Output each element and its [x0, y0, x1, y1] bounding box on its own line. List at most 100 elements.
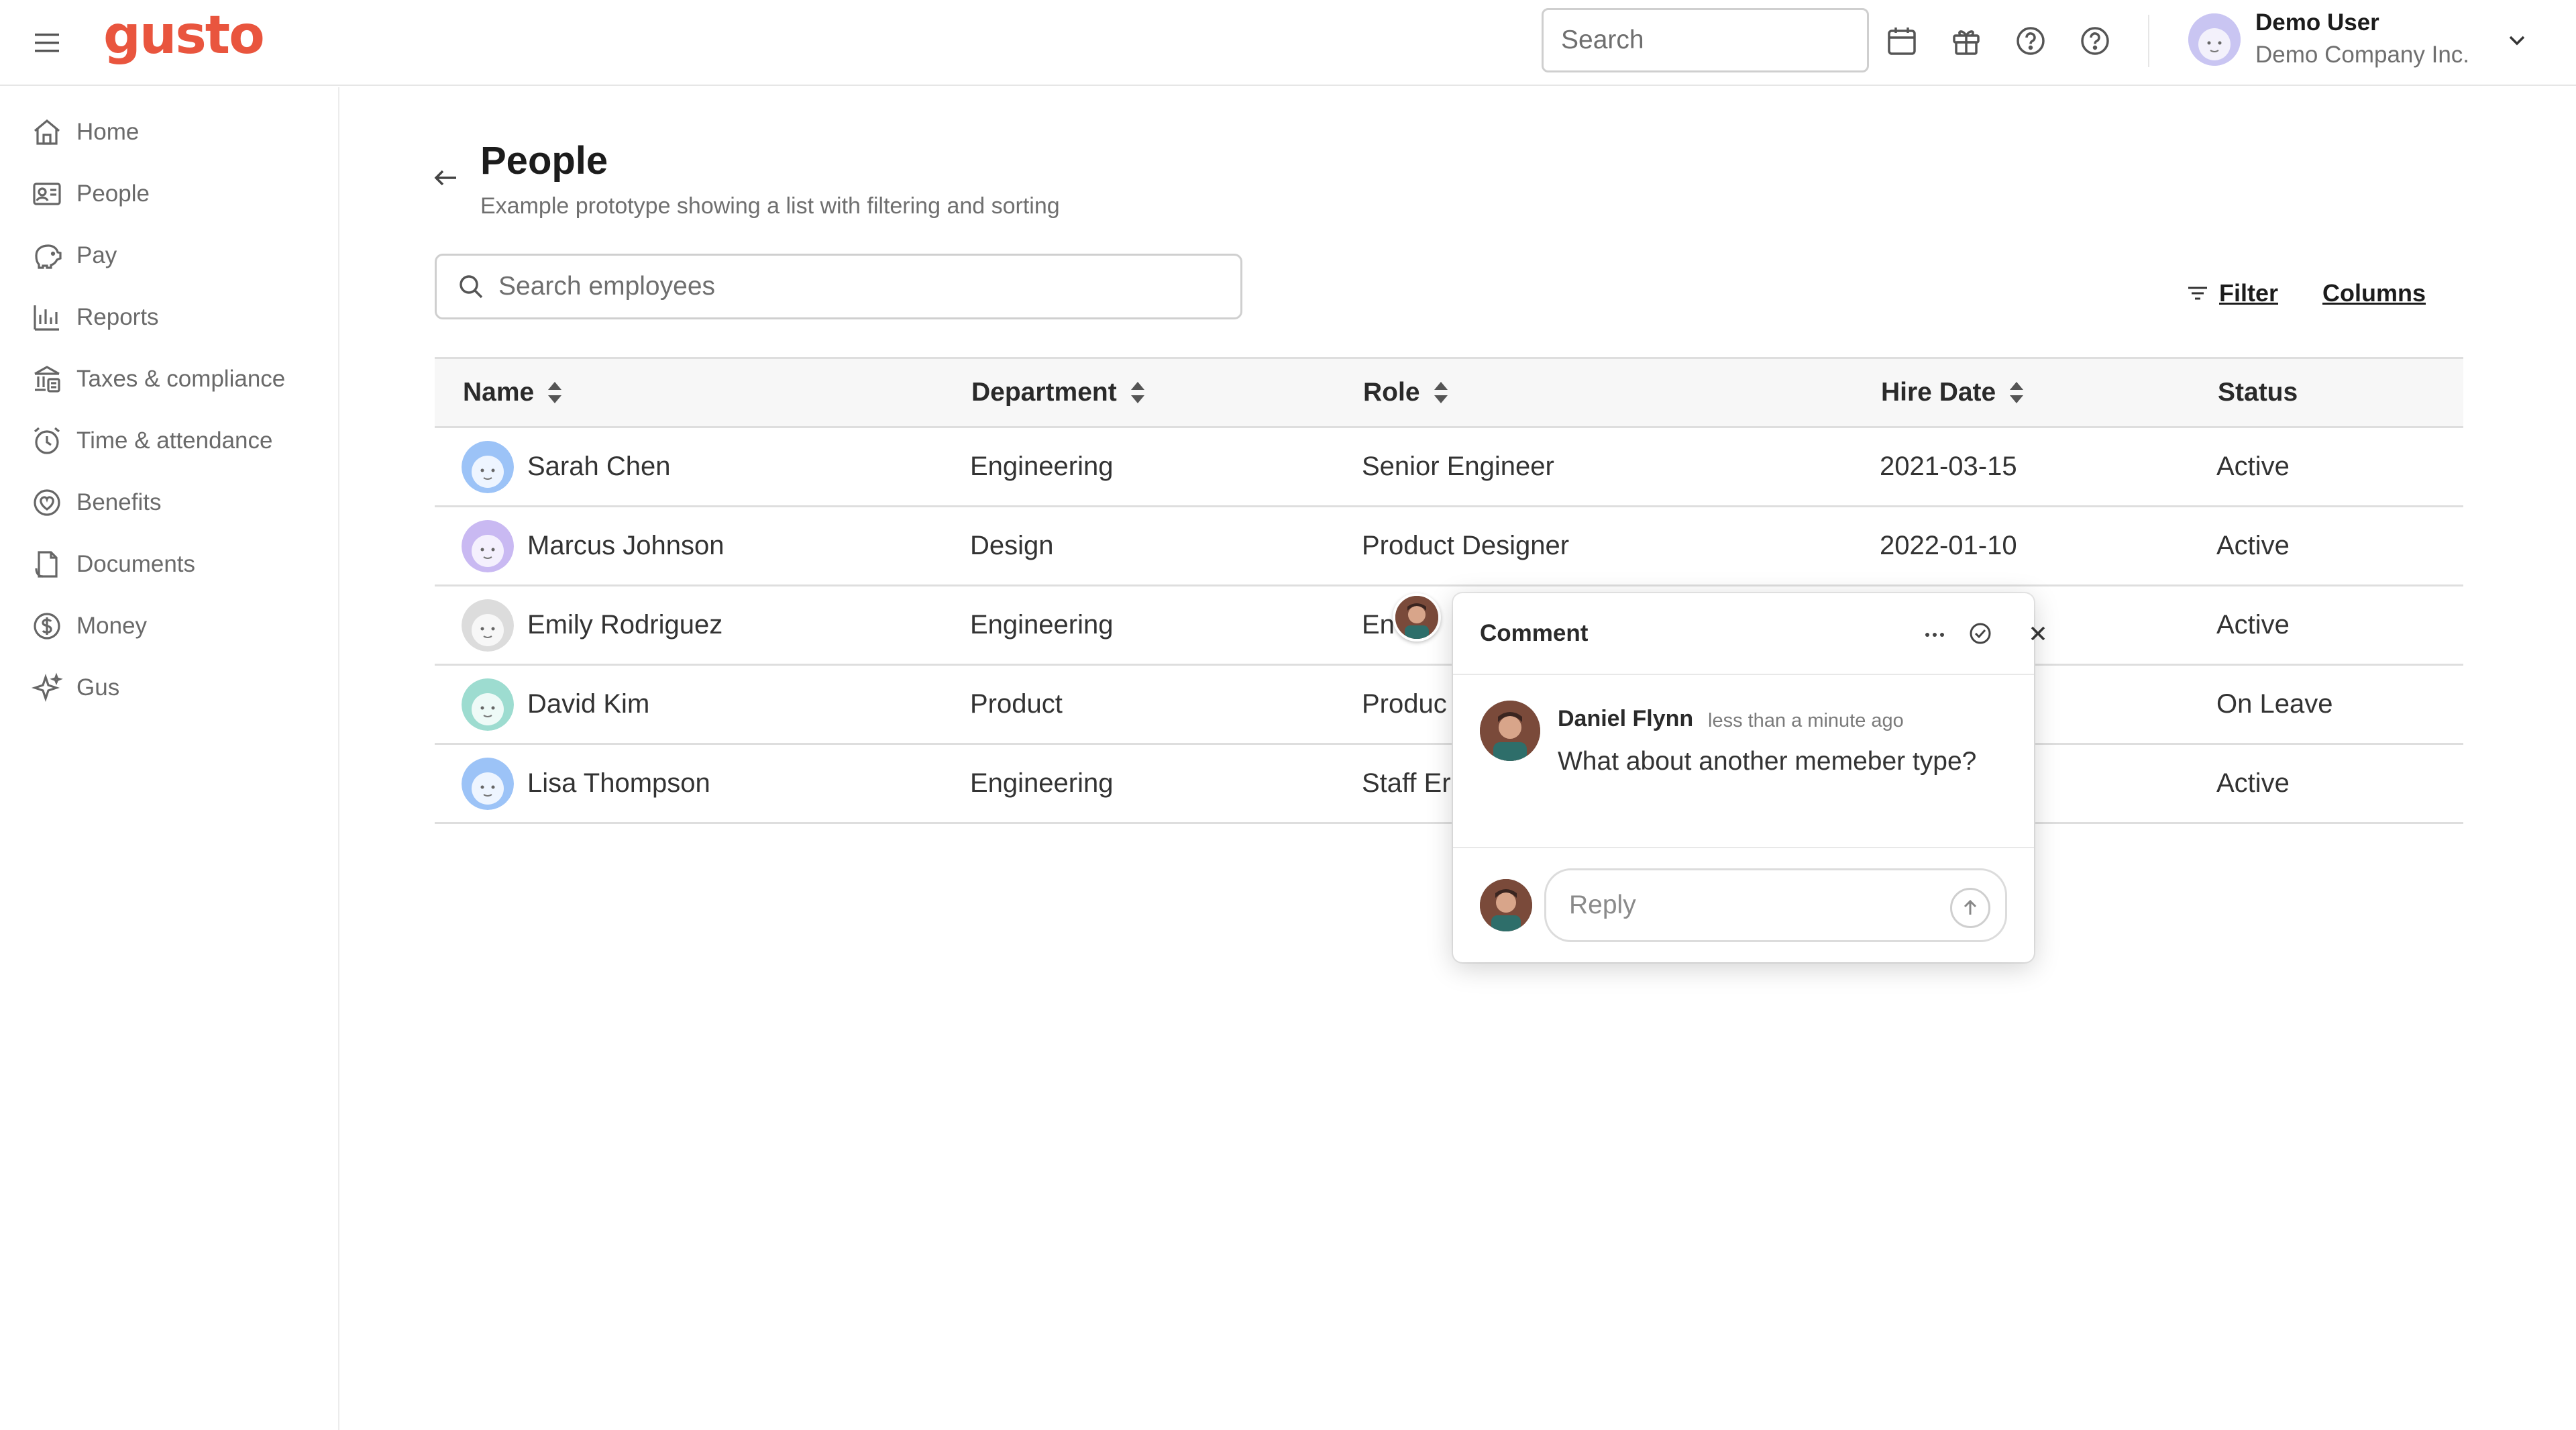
close-icon[interactable] [2022, 617, 2054, 650]
employee-name: Emily Rodriguez [527, 610, 723, 640]
table-row[interactable]: Marcus Johnson Design Product Designer 2… [435, 507, 2463, 586]
comment-timestamp: less than a minute ago [1708, 710, 1904, 731]
page-title: People [480, 139, 608, 183]
help-icon[interactable] [2077, 23, 2113, 59]
calendar-icon[interactable] [1884, 23, 1920, 59]
column-header-name[interactable]: Name [463, 359, 566, 426]
column-header-label: Name [463, 378, 535, 407]
column-header-label: Hire Date [1881, 378, 1996, 407]
divider [1453, 847, 2034, 848]
cell-name: David Kim [462, 666, 649, 743]
comment-header: Comment [1453, 593, 2045, 675]
filter-button[interactable]: Filter [2184, 279, 2278, 307]
sidebar-item-label: Home [76, 119, 140, 145]
sidebar-item-reports[interactable]: Reports [31, 295, 326, 340]
reply-placeholder: Reply [1569, 890, 1636, 919]
top-bar: gusto Search Demo User Demo Company Inc. [0, 0, 2576, 86]
resolve-check-icon[interactable] [1964, 617, 1996, 650]
cell-role: Produc [1362, 689, 1447, 719]
divider [2148, 15, 2149, 67]
comment-marker-avatar[interactable] [1393, 593, 1441, 642]
sidebar-item-label: Money [76, 613, 148, 639]
column-header-hire-date[interactable]: Hire Date [1881, 359, 2028, 426]
taxes-icon [34, 366, 60, 393]
avatar [462, 599, 514, 652]
back-arrow-icon[interactable] [429, 161, 463, 195]
cell-hire-date: 2022-01-10 [1880, 531, 2017, 560]
comment-popup: Comment Daniel Flynn less than a minute … [1453, 593, 2045, 962]
sidebar-item-benefits[interactable]: Benefits [31, 480, 326, 525]
columns-button[interactable]: Columns [2322, 279, 2426, 307]
global-search-input[interactable]: Search [1542, 8, 1869, 72]
cell-department: Engineering [970, 452, 1114, 481]
employee-search-placeholder: Search employees [498, 272, 716, 301]
cell-department: Engineering [970, 768, 1114, 798]
people-icon [33, 183, 61, 205]
avatar [1480, 701, 1540, 761]
sidebar-item-home[interactable]: Home [31, 110, 326, 154]
sidebar-item-people[interactable]: People [31, 172, 326, 216]
reports-icon [34, 305, 59, 331]
sidebar-item-label: Documents [76, 551, 196, 577]
column-header-role[interactable]: Role [1363, 359, 1452, 426]
cell-status: On Leave [2216, 689, 2333, 719]
cell-hire-date: 2021-03-15 [1880, 452, 2017, 481]
comment-title: Comment [1480, 620, 1589, 646]
column-header-department[interactable]: Department [971, 359, 1149, 426]
cell-status: Active [2216, 610, 2290, 640]
filter-icon [2188, 287, 2207, 300]
sidebar-item-documents[interactable]: Documents [31, 542, 326, 586]
employee-search-input[interactable]: Search employees [435, 254, 1242, 319]
avatar [462, 757, 514, 810]
sidebar-item-label: Taxes & compliance [76, 366, 286, 392]
cell-status: Active [2216, 452, 2290, 481]
avatar [462, 678, 514, 731]
reply-input[interactable]: Reply [1544, 868, 2007, 942]
cell-department: Engineering [970, 610, 1114, 640]
documents-icon [35, 551, 58, 578]
search-icon [460, 275, 483, 299]
table-row[interactable]: David Kim Product Produc On Leave [435, 666, 2463, 745]
filter-label: Filter [2219, 279, 2279, 307]
sidebar-item-taxes[interactable]: Taxes & compliance [31, 357, 326, 401]
sidebar-item-label: People [76, 181, 150, 207]
sidebar-item-gus[interactable]: Gus [31, 666, 326, 710]
sidebar-item-label: Gus [76, 674, 120, 701]
employees-table: Name Department Role Hire Date Status Sa… [435, 357, 2463, 824]
gift-icon[interactable] [1948, 23, 1984, 59]
sidebar-item-pay[interactable]: Pay [31, 234, 326, 278]
sidebar-item-label: Benefits [76, 489, 162, 515]
table-row[interactable]: Emily Rodriguez Engineering En Active [435, 586, 2463, 666]
comment-body: What about another memeber type? [1558, 747, 1977, 776]
money-icon [34, 613, 60, 640]
send-arrow-icon[interactable] [1950, 888, 1990, 928]
cell-name: Lisa Thompson [462, 745, 710, 822]
table-row[interactable]: Sarah Chen Engineering Senior Engineer 2… [435, 428, 2463, 507]
avatar [462, 440, 514, 493]
sparkle-icon [31, 672, 63, 703]
table-row[interactable]: Lisa Thompson Engineering Staff Er Activ… [435, 745, 2463, 824]
employee-name: David Kim [527, 689, 650, 719]
column-header-label: Role [1363, 378, 1420, 407]
cell-department: Design [970, 531, 1054, 560]
sort-icon [2010, 382, 2024, 403]
gusto-logo[interactable]: gusto [103, 5, 265, 66]
sidebar-item-label: Pay [76, 242, 117, 268]
more-options-icon[interactable] [1919, 617, 1951, 650]
avatar[interactable] [2188, 13, 2241, 66]
sidebar-item-money[interactable]: Money [31, 604, 326, 648]
cell-role: Staff Er [1362, 768, 1451, 798]
sort-icon [1130, 382, 1144, 403]
global-search-placeholder: Search [1561, 25, 1644, 54]
chevron-down-icon[interactable] [2504, 27, 2530, 54]
user-company[interactable]: Demo Company Inc. [2255, 42, 2469, 68]
sidebar-item-label: Reports [76, 304, 159, 330]
heart-icon [34, 489, 60, 516]
employee-name: Marcus Johnson [527, 531, 724, 560]
user-name[interactable]: Demo User [2255, 9, 2379, 36]
sidebar-item-time[interactable]: Time & attendance [31, 419, 326, 463]
home-icon [34, 119, 60, 145]
help-icon[interactable] [2012, 23, 2049, 59]
menu-icon[interactable] [32, 28, 62, 58]
column-header-status[interactable]: Status [2218, 359, 2298, 426]
